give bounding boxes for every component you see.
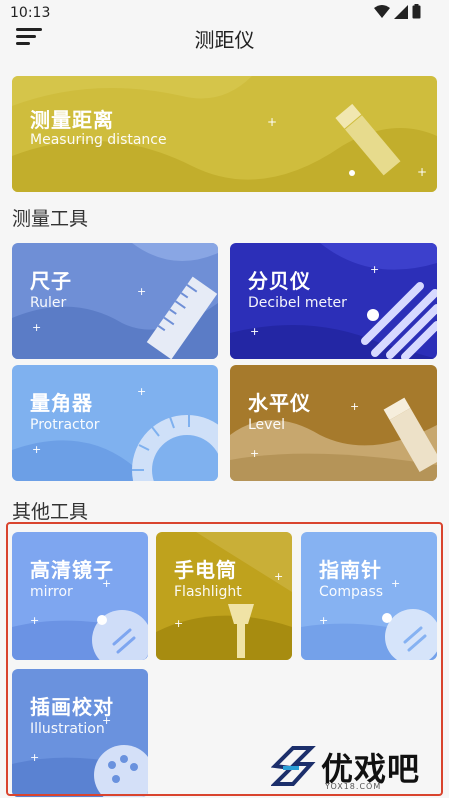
flashlight-subtitle: Flashlight xyxy=(174,584,242,600)
flashlight-card[interactable]: + + 手电筒 Flashlight xyxy=(156,532,292,660)
protractor-title: 量角器 xyxy=(30,391,93,415)
decibel-subtitle: Decibel meter xyxy=(248,295,347,311)
svg-text:+: + xyxy=(267,115,277,129)
svg-text:+: + xyxy=(250,325,259,338)
battery-icon xyxy=(412,4,421,19)
protractor-subtitle: Protractor xyxy=(30,417,100,433)
illustration-title: 插画校对 xyxy=(30,695,114,719)
illustration-card[interactable]: + + 插画校对 Illustration xyxy=(12,669,148,797)
measuring-distance-card[interactable]: + + 测量距离 Measuring distance xyxy=(12,76,437,192)
svg-text:+: + xyxy=(32,443,41,456)
illustration-subtitle: Illustration xyxy=(30,721,105,737)
status-time: 10:13 xyxy=(10,5,51,21)
decibel-title: 分贝仪 xyxy=(248,269,311,293)
signal-icon xyxy=(394,4,408,19)
svg-text:+: + xyxy=(30,751,39,764)
section-title-other: 其他工具 xyxy=(12,501,89,523)
svg-text:+: + xyxy=(250,447,259,460)
svg-text:+: + xyxy=(417,165,427,179)
banner-title: 测量距离 xyxy=(30,108,114,132)
level-title: 水平仪 xyxy=(248,391,311,415)
svg-text:+: + xyxy=(319,614,328,627)
ruler-subtitle: Ruler xyxy=(30,295,67,311)
svg-text:+: + xyxy=(274,570,283,583)
watermark-url: YOX18.COM xyxy=(325,782,382,791)
compass-card[interactable]: + + 指南针 Compass xyxy=(301,532,437,660)
svg-text:+: + xyxy=(350,400,359,413)
svg-text:+: + xyxy=(137,385,146,398)
page-title: 测距仪 xyxy=(194,28,255,52)
app-bar: 测距仪 xyxy=(0,22,449,62)
level-subtitle: Level xyxy=(248,417,285,433)
compass-title: 指南针 xyxy=(319,558,382,582)
banner-subtitle: Measuring distance xyxy=(30,132,167,148)
svg-text:+: + xyxy=(391,577,400,590)
decibel-meter-card[interactable]: + + 分贝仪 Decibel meter xyxy=(230,243,437,359)
svg-text:+: + xyxy=(137,285,146,298)
compass-subtitle: Compass xyxy=(319,584,384,600)
status-icons xyxy=(374,4,421,19)
ruler-title: 尺子 xyxy=(30,269,72,293)
mirror-subtitle: mirror xyxy=(30,584,73,600)
watermark-logo-icon xyxy=(271,746,316,786)
flashlight-title: 手电筒 xyxy=(174,558,237,582)
mirror-title: 高清镜子 xyxy=(30,558,114,582)
svg-text:+: + xyxy=(370,263,379,276)
protractor-card[interactable]: + + 量角器 Protractor xyxy=(12,365,218,481)
watermark: 优戏吧 YOX18.COM xyxy=(269,744,445,792)
level-card[interactable]: + + 水平仪 Level xyxy=(230,365,437,481)
mirror-card[interactable]: + + 高清镜子 mirror xyxy=(12,532,148,660)
wifi-icon xyxy=(374,4,390,18)
ruler-card[interactable]: + + 尺子 Ruler xyxy=(12,243,218,359)
section-title-measure: 测量工具 xyxy=(12,208,89,230)
svg-text:+: + xyxy=(30,614,39,627)
svg-text:+: + xyxy=(174,617,183,630)
svg-text:+: + xyxy=(32,321,41,334)
